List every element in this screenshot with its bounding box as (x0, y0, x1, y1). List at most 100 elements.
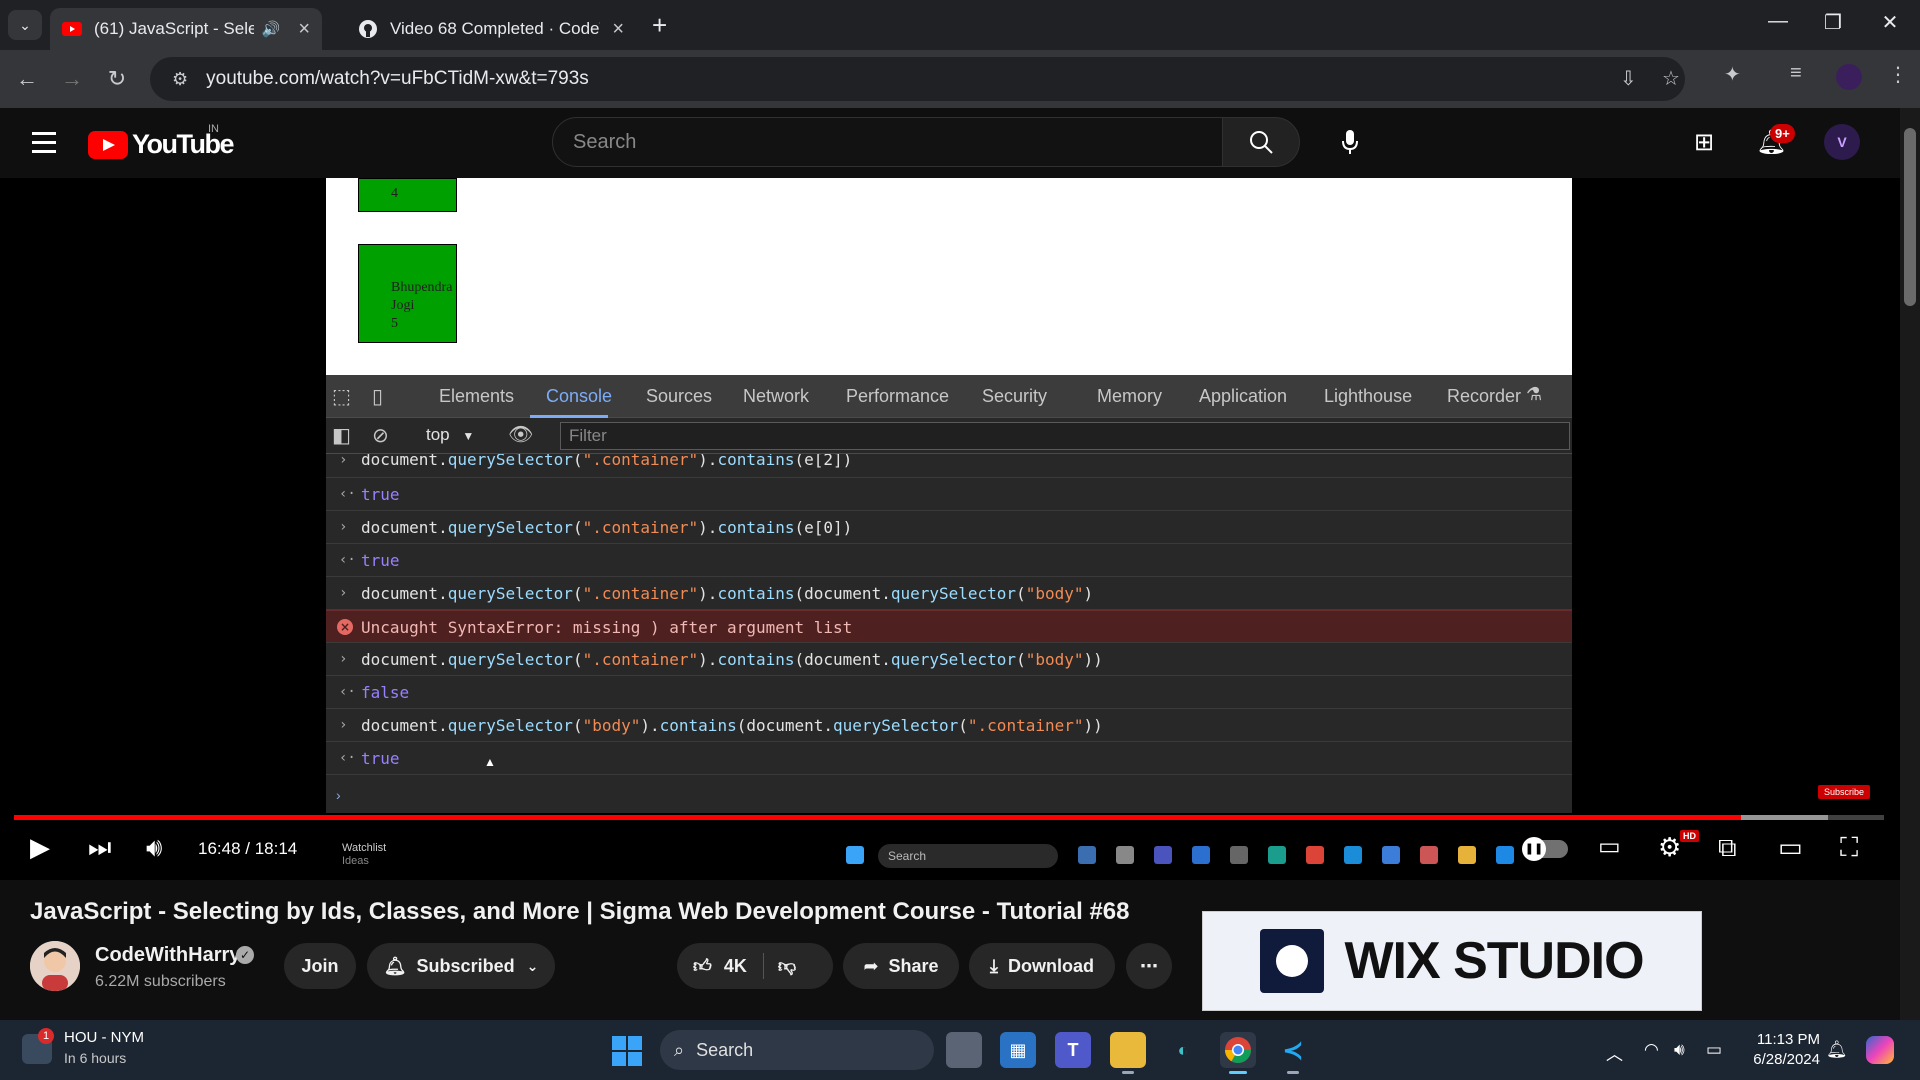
autoplay-toggle[interactable]: ❚❚ (1522, 837, 1568, 861)
tab-network[interactable]: Network (743, 386, 809, 407)
restore-button[interactable]: ❐ (1813, 10, 1853, 35)
install-app-icon[interactable]: ⇩ (1620, 66, 1637, 91)
edge-icon[interactable]: ◐ (1165, 1032, 1201, 1068)
subscribed-button[interactable]: 🔔︎ Subscribed ⌄ (367, 943, 555, 989)
theater-mode-icon[interactable]: ▭ (1778, 832, 1803, 863)
bookmark-star-icon[interactable]: ☆ (1662, 66, 1680, 91)
console-prompt[interactable]: › (326, 787, 1572, 813)
download-button[interactable]: ⤓ Download (969, 943, 1115, 989)
url-text: youtube.com/watch?v=uFbCTidM-xw&t=793s (206, 68, 589, 89)
context-selector[interactable]: top ▼ (426, 425, 474, 445)
search-button[interactable] (1222, 117, 1300, 167)
video-webpage-content: 4 Bhupendra Jogi 5 (326, 178, 1572, 375)
volume-tray-icon[interactable]: 🔊︎ (1674, 1040, 1685, 1060)
taskbar-search[interactable]: ⌕ Search (660, 1030, 934, 1070)
scrollbar-thumb[interactable] (1904, 128, 1916, 306)
inspect-element-icon[interactable]: ⬚ (332, 384, 351, 409)
close-tab-icon[interactable]: × (298, 18, 310, 41)
youtube-logo[interactable]: YouTube IN (88, 123, 234, 160)
weather-text: HOU - NYM In 6 hours (64, 1028, 144, 1068)
teams-icon[interactable]: T (1055, 1032, 1091, 1068)
tab-security[interactable]: Security (982, 386, 1047, 407)
play-icon[interactable]: ▶ (30, 832, 50, 863)
box-line: Bhupendra (391, 280, 453, 295)
show-hidden-icons[interactable]: ︿ (1606, 1040, 1623, 1065)
next-icon[interactable]: ⏭ (88, 832, 111, 864)
app-icon (1192, 846, 1210, 864)
live-expression-eye-icon[interactable]: 👁︎ (508, 422, 533, 447)
copilot-icon[interactable] (1866, 1036, 1894, 1064)
account-avatar[interactable]: V (1824, 124, 1860, 160)
tab-application[interactable]: Application (1199, 386, 1287, 407)
miniplayer-icon[interactable]: ⧉ (1718, 832, 1737, 864)
wix-studio-ad[interactable]: WIX STUDIO (1202, 911, 1702, 1011)
wifi-icon[interactable]: ◠ (1644, 1040, 1659, 1060)
app-icon (1496, 846, 1514, 864)
extensions-icon[interactable]: ✦ (1724, 62, 1741, 87)
system-clock[interactable]: 11:13 PM 6/28/2024 (1740, 1030, 1820, 1070)
file-explorer-icon[interactable] (1110, 1032, 1146, 1074)
more-actions-button[interactable]: ⋯ (1126, 943, 1172, 989)
download-icon: ⤓ (990, 955, 998, 976)
sidebar-toggle-icon[interactable]: ◧ (332, 423, 351, 448)
channel-avatar[interactable] (30, 941, 80, 991)
tab-recorder[interactable]: Recorder (1447, 386, 1521, 407)
chevron-down-icon: ⌄ (526, 957, 539, 974)
microsoft-store-icon[interactable]: ▦ (1000, 1032, 1036, 1068)
reload-button[interactable]: ↻ (100, 62, 134, 96)
youtube-favicon-icon (62, 19, 82, 39)
console-text: Uncaught SyntaxError: missing ) after ar… (361, 618, 853, 637)
tab-youtube[interactable]: (61) JavaScript - Selecting b 🔊 × (50, 8, 322, 50)
tab-github[interactable]: Video 68 Completed · CodeWit × (346, 8, 636, 50)
forward-button[interactable]: → (55, 62, 89, 96)
fullscreen-icon[interactable]: ⛶ (1840, 832, 1858, 864)
volume-icon[interactable]: 🔊︎ (146, 832, 162, 864)
vscode-icon[interactable]: ≺ (1275, 1032, 1311, 1074)
share-button[interactable]: ➦ Share (843, 943, 959, 989)
tab-console[interactable]: Console (546, 386, 612, 407)
join-button[interactable]: Join (284, 943, 356, 989)
tab-sources[interactable]: Sources (646, 386, 712, 407)
close-tab-icon[interactable]: × (612, 18, 624, 41)
device-toolbar-icon[interactable]: ▯ (372, 384, 383, 409)
chrome-menu-icon[interactable]: ⋮ (1888, 62, 1908, 87)
start-button[interactable] (612, 1036, 642, 1066)
browser-toolbar: ← → ↻ ⚙ youtube.com/watch?v=uFbCTidM-xw&… (0, 50, 1920, 108)
channel-name[interactable]: CodeWithHarry (95, 944, 240, 967)
menu-icon[interactable] (32, 132, 56, 159)
back-button[interactable]: ← (10, 62, 44, 96)
search-input[interactable]: Search (552, 117, 1223, 167)
tab-elements[interactable]: Elements (439, 386, 514, 407)
app-icon (1154, 846, 1172, 864)
create-video-icon[interactable]: ⊞ (1694, 128, 1714, 157)
close-window-button[interactable]: ✕ (1870, 10, 1910, 35)
task-view-icon[interactable] (946, 1032, 982, 1068)
profile-avatar[interactable] (1836, 64, 1862, 90)
new-tab-button[interactable]: + (652, 10, 667, 41)
chrome-icon[interactable] (1220, 1032, 1256, 1074)
like-button[interactable]: 👍︎ 4K (677, 955, 747, 977)
tab-performance[interactable]: Performance (846, 386, 949, 407)
tab-memory[interactable]: Memory (1097, 386, 1162, 407)
tab-search-button[interactable]: ⌄ (8, 10, 42, 40)
settings-gear-icon[interactable]: ⚙ (1658, 832, 1681, 863)
console-filter-input[interactable]: Filter (560, 422, 1570, 450)
verified-icon: ✓ (236, 946, 254, 964)
app-icon (1420, 846, 1438, 864)
speaker-icon[interactable]: 🔊 (262, 20, 281, 38)
subscribed-label: Subscribed (416, 955, 515, 976)
tab-lighthouse[interactable]: Lighthouse (1324, 386, 1412, 407)
microphone-icon (1342, 130, 1358, 154)
clear-console-icon[interactable]: ⊘ (372, 423, 389, 448)
site-info-icon[interactable]: ⚙ (172, 69, 188, 90)
windows-icon (846, 846, 864, 864)
media-control-icon[interactable]: ≡ (1790, 62, 1802, 85)
voice-search-button[interactable] (1325, 117, 1375, 167)
address-bar[interactable]: ⚙ youtube.com/watch?v=uFbCTidM-xw&t=793s… (150, 57, 1685, 101)
battery-icon[interactable]: ▭ (1706, 1040, 1722, 1060)
notification-bell-icon[interactable]: 🔔︎ (1826, 1040, 1848, 1060)
thumbs-down-icon[interactable]: 👎︎ (778, 955, 796, 977)
minimize-button[interactable]: — (1758, 10, 1798, 33)
subscribe-watermark[interactable]: Subscribe (1818, 785, 1871, 799)
subtitles-icon[interactable]: ▭ (1598, 832, 1621, 861)
